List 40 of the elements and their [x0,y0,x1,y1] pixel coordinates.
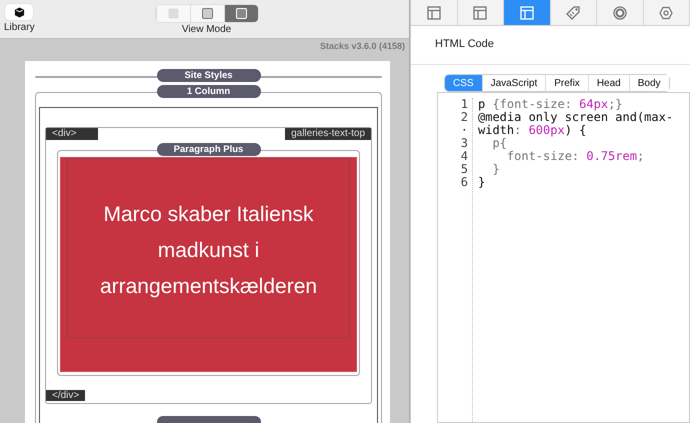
code-line: @media only screen and(max- [478,111,674,124]
hexagon-icon [659,6,674,20]
tag-icon [565,4,582,20]
square-icon [202,8,213,19]
stack-title[interactable]: 1 Column [156,85,260,98]
stack-title[interactable]: Site Styles [156,69,260,82]
code-line: font-size: 0.75rem; [506,150,646,163]
div-close-tag: </div> [46,390,86,401]
line-number: · [460,124,468,137]
layout-icon [520,6,534,20]
line-number: 2 [460,111,468,124]
class-name-tag: galleries-text-top [285,128,371,140]
layout-icon [426,6,441,20]
square-icon [236,8,247,19]
code-editor[interactable]: 1 2 · 3 4 5 6 p {font-size: 64px;} @media only screen and(max- width: 600px) { p{ font-size: 0.75rem; } } [437,92,690,423]
line-number: 5 [460,163,468,176]
code-line: } [491,163,501,176]
panel-title: HTML Code [411,26,690,65]
line-number: 3 [460,137,468,150]
line-number: 1 [460,98,468,111]
view-mode-button[interactable] [190,5,224,22]
line-number: 4 [460,150,468,163]
square-icon [168,8,179,19]
code-line: } [478,176,486,189]
cube-icon [14,6,25,18]
code-line: width: 600px) { [478,124,588,137]
paragraph-text: Marco skaber Italiensk madkunst i arrangementskælderen [98,202,318,300]
version-label: Stacks v3.6.0 (4158) [318,40,406,53]
ring-icon [612,6,627,20]
inspector-tab[interactable] [504,0,550,25]
stack-title[interactable]: Paragraph Plus [156,143,260,156]
view-mode-label: View Mode [182,24,232,35]
library-button[interactable] [5,4,34,20]
code-line: p{ [491,137,508,150]
div-open-tag: <div> [46,128,98,140]
code-line: p {font-size: 64px;} [478,98,624,111]
view-mode-button[interactable] [224,5,258,22]
layout-icon [473,6,488,20]
line-number: 6 [460,176,468,189]
library-label: Library [4,22,35,33]
